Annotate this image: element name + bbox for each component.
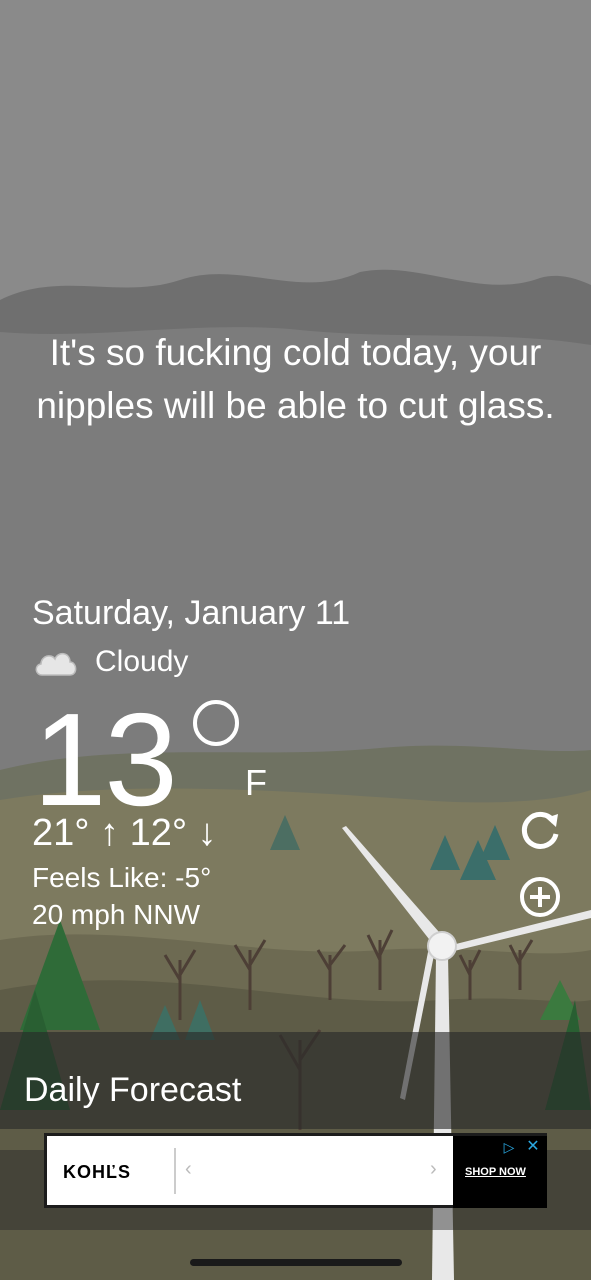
ad-close-icon[interactable]: ✕ bbox=[522, 1136, 544, 1158]
weather-quote: It's so fucking cold today, your nipples… bbox=[36, 332, 555, 426]
add-location-icon[interactable] bbox=[516, 873, 564, 921]
refresh-icon[interactable] bbox=[516, 806, 564, 854]
wind-speed: 20 mph NNW bbox=[32, 899, 201, 930]
ad-divider bbox=[174, 1148, 176, 1194]
daily-forecast-title: Daily Forecast bbox=[24, 1071, 242, 1109]
ad-prev-button[interactable]: ‹ bbox=[185, 1158, 192, 1181]
weather-screen: It's so fucking cold today, your nipples… bbox=[0, 0, 591, 1280]
current-date: Saturday, January 11 bbox=[32, 594, 351, 632]
condition-label: Cloudy bbox=[95, 645, 189, 678]
home-indicator[interactable] bbox=[190, 1259, 402, 1266]
cloud-icon bbox=[35, 653, 77, 676]
banner-ad[interactable]: KOHĽS ‹ › SHOP NOW ▷ ✕ bbox=[44, 1133, 547, 1208]
ad-shop-now-label: SHOP NOW bbox=[465, 1166, 526, 1178]
ad-brand-logo[interactable]: KOHĽS bbox=[63, 1162, 131, 1183]
degree-symbol bbox=[193, 700, 239, 746]
feels-like: Feels Like: -5° bbox=[32, 862, 212, 893]
high-low-temperature: 21° ↑ 12° ↓ bbox=[32, 812, 217, 854]
adchoices-icon[interactable]: ▷ bbox=[498, 1136, 520, 1158]
temperature-unit: F bbox=[245, 762, 267, 803]
ad-next-button[interactable]: › bbox=[430, 1158, 437, 1181]
